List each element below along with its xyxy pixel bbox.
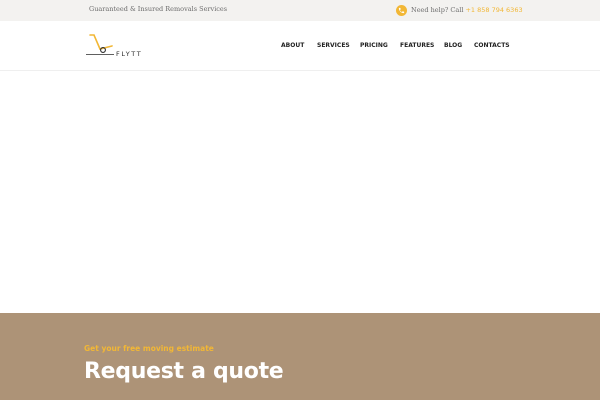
nav-contacts[interactable]: CONTACTS <box>474 42 510 49</box>
help-contact: Need help? Call +1 858 794 6363 <box>396 4 523 16</box>
page-content <box>0 72 600 313</box>
help-label: Need help? Call <box>411 6 464 14</box>
quote-title: Request a quote <box>84 359 284 384</box>
nav-about[interactable]: ABOUT <box>281 42 304 49</box>
nav-blog[interactable]: BLOG <box>444 42 462 49</box>
quote-kicker: Get your free moving estimate <box>84 344 214 353</box>
top-bar: Guaranteed & Insured Removals Services N… <box>0 0 600 21</box>
quote-section: Get your free moving estimate Request a … <box>0 313 600 400</box>
nav-services[interactable]: SERVICES <box>317 42 350 49</box>
phone-link[interactable]: +1 858 794 6363 <box>465 6 522 14</box>
nav-pricing[interactable]: PRICING <box>360 42 388 49</box>
phone-icon <box>396 4 407 16</box>
main-nav: ABOUT SERVICES PRICING FEATURES BLOG CON… <box>0 42 600 52</box>
site-header: FLYTT ABOUT SERVICES PRICING FEATURES BL… <box>0 21 600 71</box>
nav-features[interactable]: FEATURES <box>400 42 434 49</box>
tagline: Guaranteed & Insured Removals Services <box>89 5 228 13</box>
